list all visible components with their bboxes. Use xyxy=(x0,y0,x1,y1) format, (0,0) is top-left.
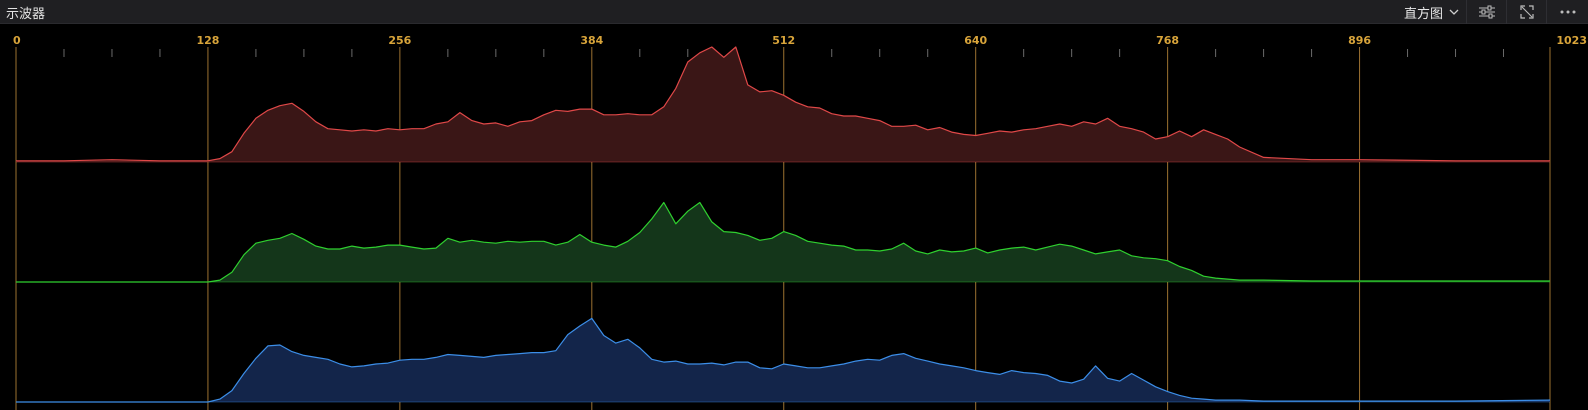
x-tick-label: 512 xyxy=(772,34,795,47)
red-histogram-area xyxy=(16,47,1550,162)
chevron-down-icon xyxy=(1449,9,1459,15)
histogram-svg: 0 128 256 384 512 640 768 896 1023 xyxy=(13,34,1587,410)
expand-button[interactable] xyxy=(1506,0,1546,24)
scope-mode-label: 直方图 xyxy=(1404,6,1444,22)
green-histogram-area xyxy=(16,202,1550,282)
x-tick-label: 1023 xyxy=(1556,34,1587,47)
more-options-button[interactable] xyxy=(1546,0,1588,24)
expand-icon xyxy=(1519,5,1534,19)
blue-histogram-area xyxy=(16,318,1550,402)
more-icon xyxy=(1560,10,1575,14)
x-tick-label: 384 xyxy=(580,34,603,47)
sliders-icon xyxy=(1478,5,1495,19)
x-tick-label: 0 xyxy=(13,34,21,47)
x-tick-label: 128 xyxy=(196,34,219,47)
x-tick-label: 256 xyxy=(388,34,411,47)
histogram-scope: 0 128 256 384 512 640 768 896 1023 xyxy=(0,25,1588,410)
scope-settings-button[interactable] xyxy=(1466,0,1506,24)
scope-mode-select[interactable]: 直方图 xyxy=(1400,0,1466,24)
panel-title: 示波器 xyxy=(6,7,46,22)
x-tick-label: 640 xyxy=(964,34,987,47)
x-tick-label: 768 xyxy=(1156,34,1179,47)
x-tick-label: 896 xyxy=(1348,34,1371,47)
scope-title-bar: 示波器 直方图 xyxy=(0,0,1588,24)
